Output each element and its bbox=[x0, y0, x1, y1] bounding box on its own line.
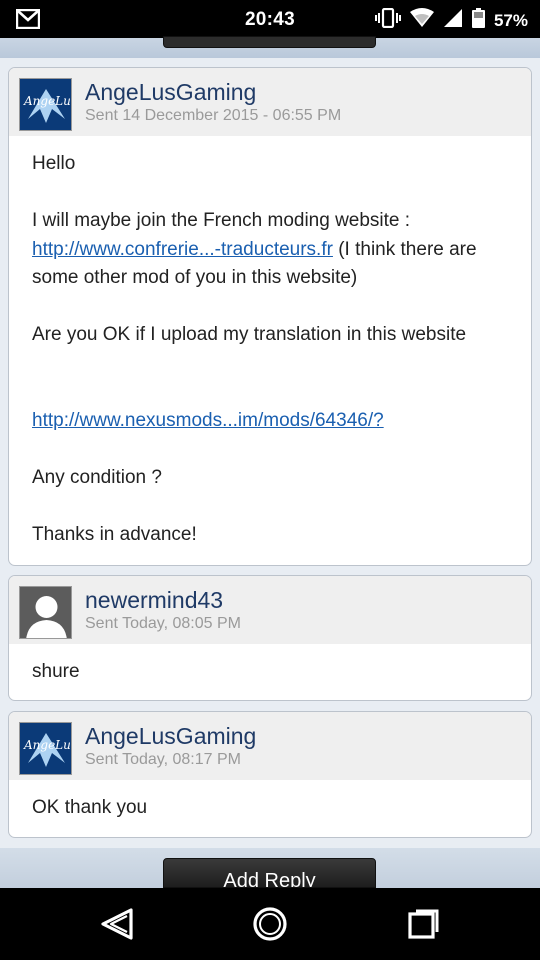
status-bar: 20:43 57% bbox=[0, 0, 540, 38]
message-text: OK thank you bbox=[32, 797, 148, 818]
home-icon[interactable] bbox=[250, 904, 290, 944]
svg-text:AngeLus: AngeLus bbox=[23, 738, 72, 752]
sent-timestamp: Sent Today, 08:05 PM bbox=[85, 615, 241, 632]
message-card: AngeLus AngeLusGaming Sent 14 December 2… bbox=[8, 67, 532, 566]
message-header: AngeLus AngeLusGaming Sent Today, 08:17 … bbox=[9, 712, 531, 780]
message-condition: Any condition ? bbox=[32, 466, 162, 488]
battery-percentage: 57% bbox=[493, 10, 528, 30]
top-toolbar bbox=[0, 36, 540, 58]
default-user-avatar[interactable] bbox=[19, 586, 72, 639]
vibrate-icon bbox=[374, 7, 401, 33]
message-body: OK thank you bbox=[9, 780, 531, 837]
svg-text:AngeLus: AngeLus bbox=[23, 94, 72, 108]
sender-name[interactable]: newermind43 bbox=[85, 587, 223, 614]
message-text: I will maybe join the French moding webs… bbox=[32, 210, 411, 231]
add-reply-button[interactable]: Add Reply bbox=[163, 858, 376, 888]
sender-name[interactable]: AngeLusGaming bbox=[85, 79, 256, 106]
wifi-icon bbox=[409, 8, 434, 33]
message-header: AngeLus AngeLusGaming Sent 14 December 2… bbox=[9, 68, 531, 136]
back-icon[interactable] bbox=[97, 904, 137, 944]
message-body: shure bbox=[9, 644, 531, 700]
message-paragraph: I will maybe join the French moding webs… bbox=[32, 207, 508, 293]
confrerie-link[interactable]: http://www.confrerie...-traducteurs.fr bbox=[32, 239, 333, 260]
signal-icon bbox=[443, 8, 463, 33]
reply-toolbar: Add Reply bbox=[0, 848, 540, 888]
recents-icon[interactable] bbox=[404, 904, 444, 944]
top-partial-button[interactable] bbox=[163, 36, 376, 48]
navigation-bar bbox=[0, 888, 540, 960]
message-question: Are you OK if I upload my translation in… bbox=[32, 324, 467, 345]
message-card: AngeLus AngeLusGaming Sent Today, 08:17 … bbox=[8, 711, 532, 838]
angelus-avatar[interactable]: AngeLus bbox=[19, 78, 72, 131]
message-greeting: Hello bbox=[32, 153, 76, 174]
sent-timestamp: Sent 14 December 2015 - 06:55 PM bbox=[85, 107, 342, 124]
message-body: Hello I will maybe join the French modin… bbox=[9, 136, 531, 565]
message-thanks: Thanks in advance! bbox=[32, 523, 197, 545]
message-text: shure bbox=[32, 661, 80, 682]
sent-timestamp: Sent Today, 08:17 PM bbox=[85, 751, 241, 768]
angelus-avatar[interactable]: AngeLus bbox=[19, 722, 72, 775]
battery-icon bbox=[471, 8, 485, 33]
message-card: newermind43 Sent Today, 08:05 PM shure bbox=[8, 575, 532, 701]
nexusmods-link[interactable]: http://www.nexusmods...im/mods/64346/? bbox=[32, 410, 384, 431]
sender-name[interactable]: AngeLusGaming bbox=[85, 723, 256, 750]
message-thread: AngeLus AngeLusGaming Sent 14 December 2… bbox=[0, 58, 540, 848]
message-header: newermind43 Sent Today, 08:05 PM bbox=[9, 576, 531, 644]
